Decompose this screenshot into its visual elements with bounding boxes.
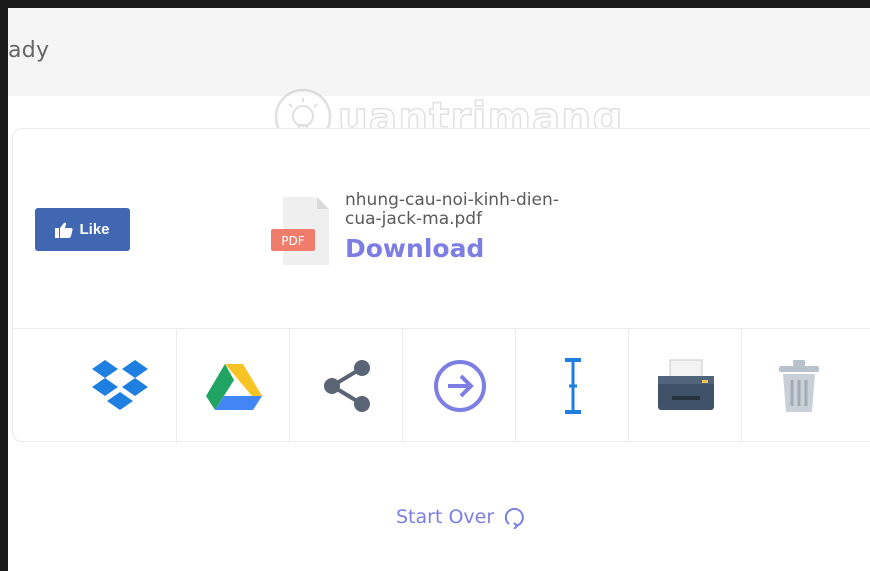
action-toolbar: [63, 329, 870, 443]
arrow-right-circle-icon: [433, 360, 486, 412]
save-to-dropbox-button[interactable]: [63, 329, 176, 443]
window-frame-top: [0, 0, 870, 8]
thumbs-up-icon: [55, 222, 74, 238]
header-title: ady: [8, 38, 50, 63]
refresh-icon: [505, 507, 524, 529]
like-button-label: Like: [79, 221, 110, 238]
printer-icon: [657, 359, 714, 410]
continue-button[interactable]: [402, 329, 516, 443]
window-frame-left: [0, 0, 8, 571]
download-link[interactable]: Download: [345, 234, 484, 263]
save-to-google-drive-button[interactable]: [176, 329, 290, 443]
share-button[interactable]: [289, 329, 403, 443]
start-over-button[interactable]: Start Over: [396, 505, 526, 529]
file-name-line-2: cua-jack-ma.pdf: [345, 209, 483, 229]
delete-button[interactable]: [741, 329, 855, 443]
header-bar: ady: [8, 8, 870, 96]
file-name-line-1: nhung-cau-noi-kinh-dien-: [345, 190, 559, 210]
file-name: nhung-cau-noi-kinh-dien- cua-jack-ma.pdf: [345, 191, 645, 229]
trash-icon: [778, 360, 819, 412]
facebook-like-button[interactable]: Like: [35, 208, 130, 251]
share-icon: [323, 360, 370, 412]
text-cursor-icon: [564, 358, 581, 414]
page: ady uantrimang Like PDF nhung-cau-noi-ki…: [8, 8, 870, 571]
result-card: Like PDF nhung-cau-noi-kinh-dien- cua-ja…: [12, 128, 870, 443]
google-drive-icon: [205, 364, 262, 410]
pdf-badge-label: PDF: [281, 234, 304, 248]
dropbox-icon: [91, 360, 148, 410]
start-over-label: Start Over: [396, 506, 495, 528]
pdf-file-icon[interactable]: PDF: [271, 195, 333, 267]
print-button[interactable]: [628, 329, 742, 443]
edit-text-button[interactable]: [515, 329, 629, 443]
